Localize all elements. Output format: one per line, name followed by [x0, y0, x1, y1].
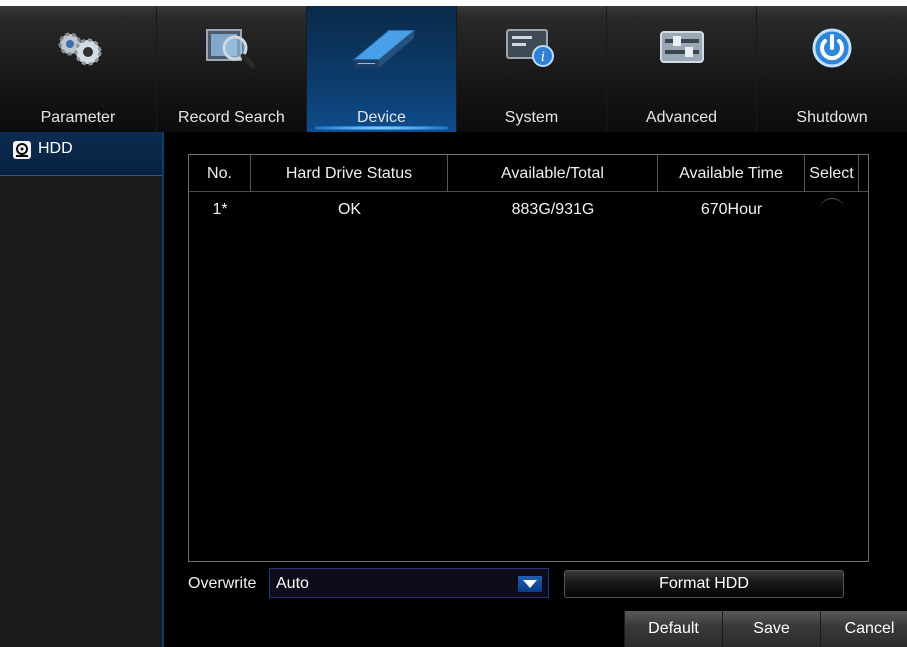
sidebar-item-hdd[interactable]: HDD — [0, 132, 162, 176]
overwrite-label: Overwrite — [188, 575, 257, 592]
tab-label: System — [504, 109, 559, 126]
column-header-status: Hard Drive Status — [251, 155, 448, 192]
select-radio[interactable] — [819, 198, 845, 214]
overwrite-row: Overwrite Auto Format HDD — [188, 568, 888, 598]
table-header-row: No. Hard Drive Status Available/Total Av… — [189, 155, 868, 192]
sliders-icon — [647, 20, 717, 76]
cell-available-time: 670Hour — [700, 201, 763, 218]
column-header-available-total: Available/Total — [448, 155, 658, 192]
cell-available-total: 883G/931G — [511, 201, 595, 218]
chevron-down-icon[interactable] — [518, 576, 542, 592]
format-hdd-button[interactable]: Format HDD — [564, 570, 844, 598]
sidebar: HDD — [0, 132, 164, 647]
active-tab-indicator — [314, 126, 448, 130]
hard-drive-icon — [346, 20, 416, 76]
tab-label: Device — [356, 109, 406, 126]
cell-select — [805, 192, 859, 228]
cancel-button[interactable]: Cancel — [820, 611, 907, 647]
save-button[interactable]: Save — [722, 611, 820, 647]
column-header-select: Select — [805, 155, 859, 192]
film-search-icon — [196, 20, 266, 76]
bottom-button-bar: Default Save Cancel — [624, 611, 907, 647]
tab-record-search[interactable]: Record Search — [157, 6, 307, 132]
cell-status: OK — [337, 201, 362, 218]
tab-shutdown[interactable]: Shutdown — [757, 6, 907, 132]
tab-label: Advanced — [645, 109, 718, 126]
main-panel: No. Hard Drive Status Available/Total Av… — [166, 132, 907, 647]
tab-device[interactable]: Device — [306, 6, 457, 132]
sidebar-item-label: HDD — [38, 140, 73, 157]
tab-advanced[interactable]: Advanced — [607, 6, 758, 132]
column-header-no: No. — [189, 155, 251, 192]
tab-parameter[interactable]: Parameter — [0, 6, 157, 132]
hdd-table: No. Hard Drive Status Available/Total Av… — [188, 154, 869, 562]
overwrite-select[interactable]: Auto — [269, 568, 549, 598]
overwrite-value: Auto — [276, 575, 309, 592]
tab-label: Parameter — [40, 109, 116, 126]
tab-label: Record Search — [178, 109, 285, 126]
system-info-icon: i — [496, 20, 566, 76]
column-header-available-time: Available Time — [658, 155, 805, 192]
gears-icon — [43, 20, 113, 76]
svg-text:i: i — [541, 50, 545, 65]
table-row[interactable]: 1* OK 883G/931G 670Hour — [189, 192, 868, 228]
cell-no: 1* — [212, 201, 228, 218]
top-menu-bar: Parameter Record Search Device i System … — [0, 0, 907, 132]
hdd-icon — [12, 140, 32, 165]
tab-system[interactable]: i System — [457, 6, 607, 132]
power-icon — [797, 20, 867, 76]
default-button[interactable]: Default — [624, 611, 722, 647]
tab-label: Shutdown — [796, 109, 868, 126]
